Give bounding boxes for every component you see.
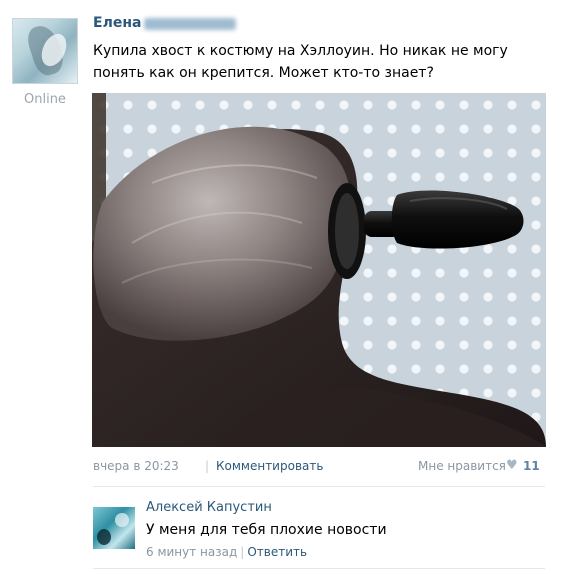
- meta-separator: |: [240, 545, 245, 559]
- comment-meta: 6 минут назад | Ответить: [146, 545, 307, 559]
- meta-separator: |: [205, 459, 210, 473]
- heart-icon[interactable]: ♥: [506, 458, 518, 473]
- wall-post: Online Елена Купила хвост к костюму на Х…: [0, 0, 564, 574]
- post-text: Купила хвост к костюму на Хэллоуин. Но н…: [93, 43, 508, 81]
- comment-text: У меня для тебя плохие новости: [146, 522, 387, 538]
- author-surname-blurred: [144, 18, 236, 30]
- photo-illustration: [92, 93, 546, 447]
- commenter-avatar[interactable]: [93, 507, 135, 549]
- avatar-shape: [97, 529, 111, 545]
- comment-link[interactable]: Комментировать: [216, 459, 323, 473]
- author-avatar[interactable]: [12, 18, 78, 84]
- like-button-label[interactable]: Мне нравится: [418, 459, 506, 473]
- bottom-divider: [93, 568, 545, 569]
- post-timestamp[interactable]: вчера в 20:23: [93, 459, 179, 473]
- comments-divider: [93, 486, 545, 487]
- online-status: Online: [24, 92, 66, 107]
- comment-time[interactable]: 6 минут назад: [146, 545, 237, 559]
- post-meta: вчера в 20:23 | Комментировать Мне нрави…: [93, 458, 543, 477]
- post-photo[interactable]: [92, 93, 546, 447]
- author-name-link[interactable]: Елена: [93, 15, 141, 31]
- comment-author-link[interactable]: Алексей Капустин: [146, 500, 272, 515]
- like-count[interactable]: 11: [523, 459, 540, 473]
- avatar-highlight: [115, 513, 129, 527]
- reply-link[interactable]: Ответить: [247, 545, 307, 559]
